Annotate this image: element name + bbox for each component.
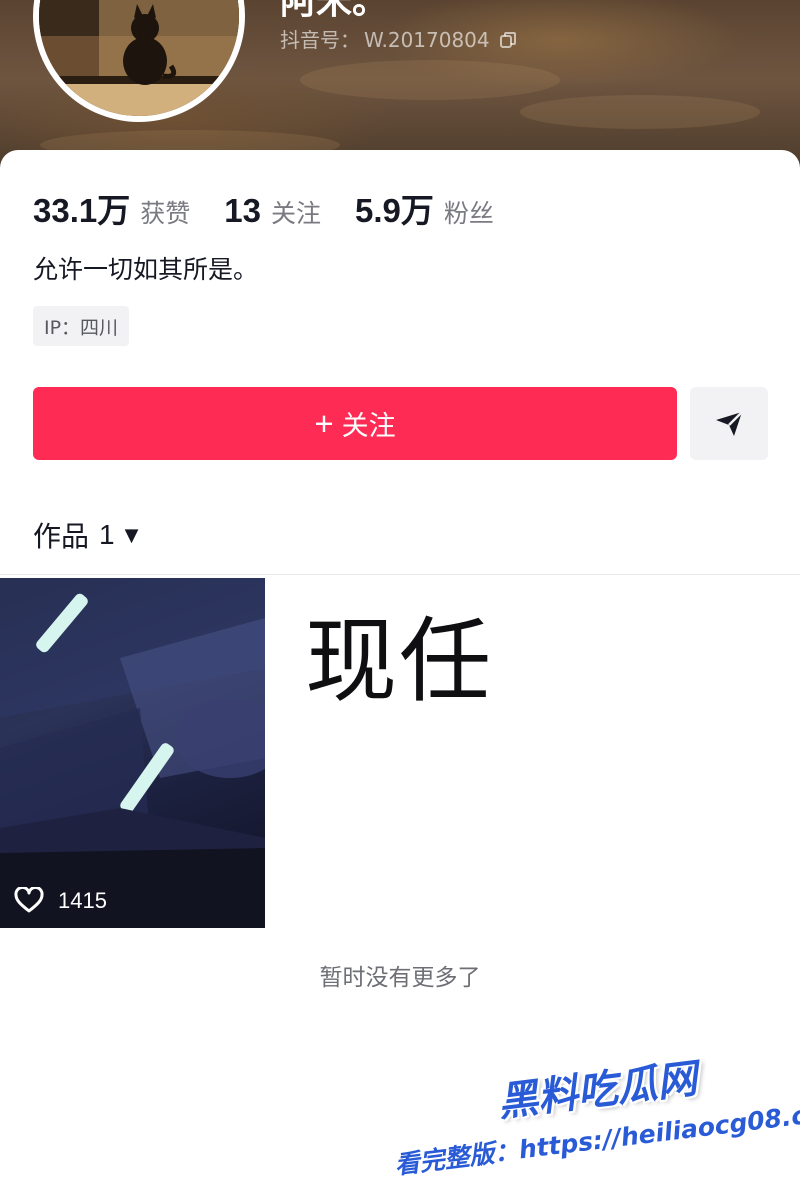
stat-value: 33.1万 xyxy=(33,192,131,229)
stat-label: 获赞 xyxy=(140,199,191,228)
stat-label: 粉丝 xyxy=(443,199,494,228)
douyin-id-row: 抖音号： W.20170804 xyxy=(280,28,518,52)
no-more-content-text: 暂时没有更多了 xyxy=(319,965,481,991)
avatar[interactable] xyxy=(33,0,245,122)
video-likes: 1415 xyxy=(14,887,107,914)
nickname: 阿米。 xyxy=(280,0,389,22)
stats-row: 33.1万 获赞 13 关注 5.9万 粉丝 xyxy=(33,184,528,232)
avatar-cat-photo xyxy=(39,0,239,116)
douyin-id-value: W.20170804 xyxy=(364,28,490,52)
stat-following[interactable]: 13 关注 xyxy=(224,192,321,230)
stat-followers[interactable]: 5.9万 粉丝 xyxy=(355,184,494,232)
stat-likes[interactable]: 33.1万 获赞 xyxy=(33,184,190,232)
copy-icon[interactable] xyxy=(498,30,518,50)
send-message-button[interactable] xyxy=(690,387,768,460)
ip-location-tag: IP：四川 xyxy=(33,306,130,346)
video-likes-count: 1415 xyxy=(58,887,107,913)
video-thumbnail[interactable]: 1415 xyxy=(0,578,265,928)
stat-value: 13 xyxy=(224,192,261,229)
douyin-id-label: 抖音号： xyxy=(280,28,360,52)
follow-button[interactable]: + 关注 xyxy=(33,387,677,460)
caret-down-icon: ▼ xyxy=(124,524,139,546)
bio-text: 允许一切如其所是。 xyxy=(33,255,259,284)
follow-button-label: 关注 xyxy=(341,411,396,441)
heart-outline-icon xyxy=(14,887,44,913)
profile-header: 阿米。 抖音号： W.20170804 xyxy=(0,0,800,175)
works-count: 1 xyxy=(99,519,115,550)
video-cover-image xyxy=(0,578,265,928)
tab-works[interactable]: 作品 1 ▼ xyxy=(33,515,138,555)
stat-value: 5.9万 xyxy=(354,192,434,229)
profile-card: 33.1万 获赞 13 关注 5.9万 粉丝 允许一切如其所是。 IP：四川 +… xyxy=(0,150,800,1200)
works-tab-label: 作品 xyxy=(33,520,90,553)
plus-icon: + xyxy=(314,405,334,442)
divider xyxy=(0,574,800,575)
stat-label: 关注 xyxy=(270,199,321,228)
header-cloud xyxy=(300,60,560,100)
send-icon xyxy=(716,410,743,436)
overlay-caption: 现任 xyxy=(305,608,494,715)
header-cloud xyxy=(520,95,760,129)
